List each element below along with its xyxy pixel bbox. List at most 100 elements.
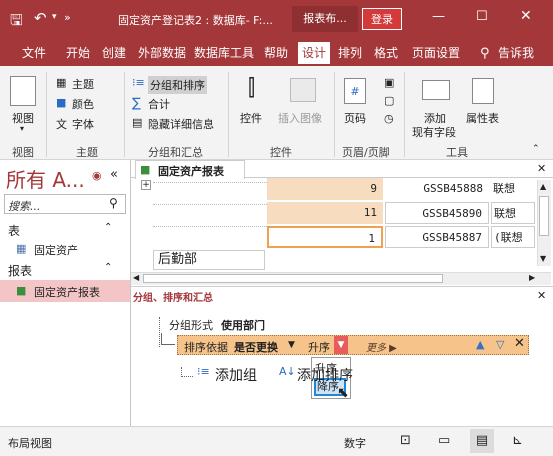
search-icon[interactable]: ⚲ (480, 46, 490, 61)
fonts-icon[interactable]: 文 (56, 116, 67, 132)
report-cell-number-selected[interactable]: 1 (267, 226, 383, 248)
title-icon[interactable]: ▢ (384, 94, 394, 107)
layout-view-icon[interactable]: ▤ (470, 429, 494, 453)
scroll-right-icon[interactable]: ▶ (529, 273, 535, 282)
controls-button[interactable]: 控件 (240, 110, 262, 126)
login-button[interactable]: 登录 (362, 8, 402, 30)
nav-item-report[interactable]: 固定资产报表 (34, 284, 100, 300)
report-cell-name[interactable]: 联想 (491, 178, 535, 200)
print-preview-icon[interactable]: ▭ (438, 433, 450, 448)
theme-icon[interactable]: ▦ (56, 76, 66, 89)
group-on-value[interactable]: 使用部门 (221, 317, 265, 333)
report-cell-code[interactable]: GSSB45887 (385, 226, 489, 248)
department-field[interactable]: 后勤部 (153, 250, 265, 270)
order-dropdown-button[interactable]: ▼ (334, 336, 348, 354)
property-sheet-button[interactable]: 属性表 (466, 110, 499, 126)
nav-item-table[interactable]: 固定资产 (34, 242, 78, 258)
report-cell-number[interactable]: 9 (267, 178, 383, 200)
nav-section-reports[interactable]: 报表 (8, 262, 32, 279)
nav-title[interactable]: 所有 A... (6, 164, 85, 193)
tab-database-tools[interactable]: 数据库工具 (190, 42, 258, 64)
scroll-down-icon[interactable]: ▼ (540, 254, 546, 263)
fonts-button[interactable]: 字体 (72, 116, 94, 132)
report-cell-code[interactable]: GSSB45888 (385, 178, 489, 200)
report-cell-name[interactable]: 联想 (491, 202, 535, 224)
totals-icon[interactable]: ∑ (132, 96, 141, 111)
report-cell-name[interactable]: (联想 (491, 226, 535, 248)
tab-design[interactable]: 设计 (298, 42, 331, 64)
undo-icon[interactable]: ↶ (34, 9, 47, 27)
totals-button[interactable]: 合计 (148, 96, 170, 112)
tab-home[interactable]: 开始 (62, 42, 94, 64)
sort-by-value[interactable]: 是否更换 (234, 339, 278, 355)
close-button[interactable]: ✕ (520, 8, 532, 24)
group-sort-icon[interactable]: ⁝≡ (132, 76, 145, 89)
layout-select-icon[interactable]: + (141, 180, 151, 190)
theme-button[interactable]: 主题 (72, 76, 94, 92)
tab-file[interactable]: 文件 (18, 42, 50, 64)
tab-help[interactable]: 帮助 (260, 42, 292, 64)
collapse-ribbon-icon[interactable]: ⌃ (532, 144, 540, 154)
tab-external-data[interactable]: 外部数据 (134, 42, 190, 64)
property-sheet-icon[interactable] (472, 78, 494, 104)
tab-page-setup[interactable]: 页面设置 (408, 42, 464, 64)
add-existing-fields-label-2[interactable]: 现有字段 (412, 124, 456, 140)
collapse-nav-icon[interactable]: « (110, 167, 118, 182)
add-group-button[interactable]: 添加组 (215, 365, 257, 385)
layout-gridline (153, 182, 267, 183)
view-icon[interactable] (10, 76, 36, 106)
report-cell-code[interactable]: GSSB45890 (385, 202, 489, 224)
add-sort-button[interactable]: 添加排序 (297, 365, 353, 385)
hide-details-icon[interactable]: ▤ (132, 116, 142, 129)
minimize-button[interactable]: — (432, 9, 445, 24)
page-number-icon[interactable]: # (344, 78, 366, 104)
tab-format[interactable]: 格式 (370, 42, 402, 64)
chevron-down-icon[interactable]: ▾ (20, 124, 24, 133)
hide-details-button[interactable]: 隐藏详细信息 (148, 116, 214, 132)
page-number-button[interactable]: 页码 (344, 110, 366, 126)
search-icon[interactable]: ⚲ (109, 196, 118, 210)
report-view-icon[interactable]: ⊡ (400, 433, 411, 448)
tab-create[interactable]: 创建 (98, 42, 130, 64)
undo-dropdown-icon[interactable]: ▾ (52, 12, 57, 22)
tab-arrange[interactable]: 排列 (334, 42, 366, 64)
collapse-section-icon[interactable]: ⌃ (104, 222, 112, 233)
h-scrollbar-thumb[interactable] (143, 274, 443, 283)
design-view-icon[interactable]: ⊾ (512, 433, 523, 448)
document-tab[interactable]: ■ 固定资产报表 (135, 160, 245, 179)
move-up-icon[interactable]: ▲ (476, 338, 484, 351)
collapse-section-icon[interactable]: ⌃ (104, 262, 112, 273)
report-document: ■ 固定资产报表 ✕ + 9 GSSB45888 联想 11 GSSB45890… (131, 160, 553, 286)
colors-button[interactable]: 颜色 (72, 96, 94, 112)
nav-menu-icon[interactable]: ◉ (92, 169, 102, 182)
tell-me[interactable]: 告诉我 (494, 42, 538, 64)
scrollbar-thumb[interactable] (539, 196, 549, 236)
search-input[interactable]: 搜索... (8, 198, 41, 214)
sort-row[interactable]: 排序依据 是否更换 ▼ 升序 ▼ 更多 ▶ ▲ ▽ ✕ (177, 335, 529, 355)
close-document-icon[interactable]: ✕ (537, 162, 546, 175)
add-sort-icon[interactable]: A↓ (279, 365, 296, 378)
logo-icon[interactable]: ▣ (384, 76, 394, 89)
sort-by-label: 排序依据 (184, 341, 228, 354)
group-sort-button[interactable]: 分组和排序 (148, 76, 207, 94)
nav-section-tables[interactable]: 表 (8, 222, 20, 239)
nav-search-box[interactable]: 搜索... ⚲ (4, 194, 126, 214)
close-pane-icon[interactable]: ✕ (537, 289, 546, 302)
date-time-icon[interactable]: ◷ (384, 112, 394, 125)
colors-icon[interactable]: ■ (56, 96, 66, 109)
add-group-icon[interactable]: ⁝≡ (197, 365, 210, 378)
delete-sort-icon[interactable]: ✕ (514, 336, 525, 351)
move-down-icon[interactable]: ▽ (496, 338, 504, 351)
scroll-up-icon[interactable]: ▲ (540, 182, 546, 191)
restore-button[interactable]: ☐ (476, 9, 488, 24)
controls-icon[interactable]: ⫿ (248, 76, 255, 101)
add-existing-fields-icon[interactable] (422, 80, 450, 100)
scroll-left-icon[interactable]: ◀ (133, 273, 139, 282)
report-cell-number[interactable]: 11 (267, 202, 383, 224)
more-options-link[interactable]: 更多 ▶ (366, 339, 397, 354)
order-value[interactable]: 升序 (308, 339, 330, 355)
sort-by-dropdown-icon[interactable]: ▼ (288, 340, 295, 350)
customize-qat-icon[interactable]: » (64, 11, 71, 24)
nav-item-report-selected[interactable]: ■ 固定资产报表 (0, 280, 130, 302)
save-icon[interactable]: 🖫 (10, 10, 23, 35)
